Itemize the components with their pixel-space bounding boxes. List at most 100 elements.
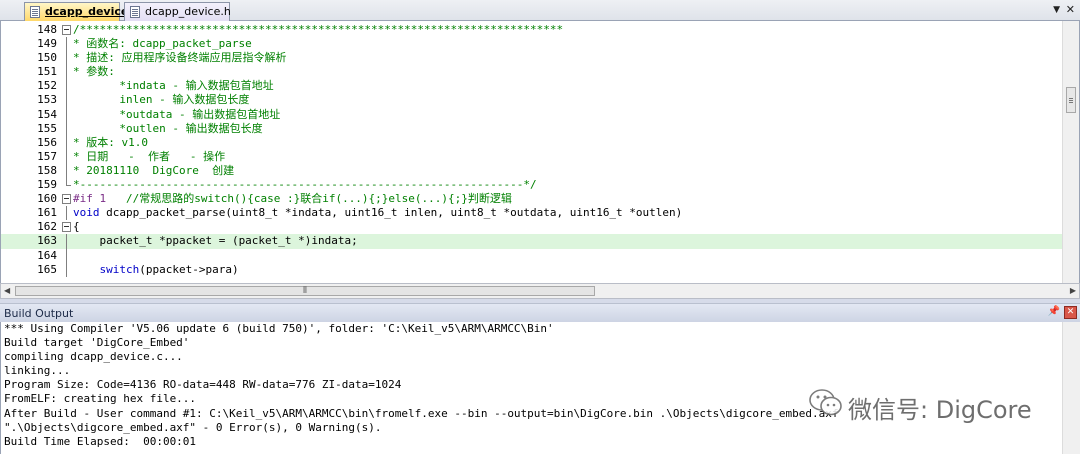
code-text: * 参数: (73, 65, 115, 79)
grip-icon: ⦀ (303, 286, 307, 296)
wechat-icon (809, 389, 842, 416)
code-text: *---------------------------------------… (73, 178, 537, 192)
inline-comment: //常规思路的switch(){case :}联合if(...){;}else(… (106, 192, 512, 206)
code-line: 156 * 版本: v1.0 (1, 135, 1063, 150)
tab-label: dcapp_device.h (145, 5, 231, 18)
code-line: 160 #if 1 //常规思路的switch(){case :}联合if(..… (1, 192, 1063, 206)
code-text: #if 1 //常规思路的switch(){case :}联合if(...){;… (73, 192, 512, 206)
code-line: 152 *indata - 输入数据包首地址 (1, 79, 1063, 94)
fold-guide (66, 37, 67, 52)
line-number: 156 (37, 135, 57, 149)
code-text: * 日期 - 作者 - 操作 (73, 149, 226, 163)
code-text: /***************************************… (73, 23, 564, 36)
fold-collapse-icon[interactable] (62, 222, 71, 233)
fold-guide (66, 93, 67, 108)
file-icon (130, 6, 140, 18)
output-line: linking... (4, 364, 71, 378)
line-number: 158 (37, 163, 57, 177)
code-editor[interactable]: 148 /***********************************… (0, 21, 1080, 283)
code-line: 161 void dcapp_packet_parse(uint8_t *ind… (1, 206, 1063, 221)
fold-guide (66, 206, 67, 221)
code-line: 157 * 日期 - 作者 - 操作 (1, 149, 1063, 164)
watermark-text: 微信号: DigCore (848, 396, 1032, 424)
line-number: 161 (37, 206, 57, 220)
close-icon[interactable]: ✕ (1066, 3, 1075, 16)
output-line: Build target 'DigCore_Embed' (4, 336, 190, 350)
line-number: 160 (37, 192, 57, 206)
code-line: 155 *outlen - 输出数据包长度 (1, 121, 1063, 136)
build-output-console[interactable]: *** Using Compiler 'V5.06 update 6 (buil… (0, 322, 1062, 454)
fold-guide (66, 121, 67, 136)
fold-guide (66, 79, 67, 94)
fold-collapse-icon[interactable] (62, 194, 71, 205)
code-text: switch(ppacket->para) (73, 262, 239, 277)
fold-guide (66, 65, 67, 80)
code-text: inlen - 输入数据包长度 (73, 93, 250, 107)
code-text: { (73, 220, 80, 234)
line-number: 151 (37, 65, 57, 79)
code-line: 153 inlen - 输入数据包长度 (1, 93, 1063, 108)
keyword: switch (73, 262, 140, 276)
chevron-down-icon[interactable]: ▼ (1053, 4, 1060, 16)
line-number: 162 (37, 220, 57, 234)
code-text: * 函数名: dcapp_packet_parse (73, 37, 252, 51)
line-number: 150 (37, 51, 57, 65)
code-lines: 148 /***********************************… (1, 23, 1063, 277)
file-icon (30, 6, 40, 18)
code-line: 158 * 20181110 DigCore 创建 (1, 163, 1063, 179)
code-text: *outdata - 输出数据包首地址 (73, 107, 281, 121)
scroll-right-icon[interactable]: ▶ (1070, 285, 1076, 297)
output-vertical-scrollbar[interactable] (1062, 322, 1080, 454)
code-text: * 版本: v1.0 (73, 135, 148, 149)
code-text: packet_t *ppacket = (packet_t *)indata; (73, 234, 358, 248)
line-number: 154 (37, 107, 57, 121)
output-line: Build Time Elapsed: 00:00:01 (4, 434, 197, 448)
line-number: 149 (37, 37, 57, 51)
tab-dcapp-device-c[interactable]: dcapp_device.c (24, 2, 139, 21)
fold-guide (66, 51, 67, 66)
line-number: 152 (37, 79, 57, 93)
pin-icon[interactable]: 📌 (1048, 306, 1060, 317)
switch-expression: (ppacket->para) (139, 262, 239, 276)
close-icon[interactable]: ✕ (1064, 306, 1077, 319)
line-number: 155 (37, 121, 57, 135)
fold-guide (66, 107, 67, 122)
line-number: 164 (37, 248, 57, 262)
editor-horizontal-scrollbar[interactable]: ◀ ⦀ ▶ (0, 283, 1080, 299)
current-line-highlight: 163 packet_t *ppacket = (packet_t *)inda… (1, 234, 1063, 249)
panel-title: Build Output (4, 307, 74, 320)
code-line: 162 { (1, 220, 1063, 234)
code-line: 150 * 描述: 应用程序设备终端应用层指令解析 (1, 51, 1063, 66)
tab-dcapp-device-h[interactable]: dcapp_device.h (124, 2, 231, 21)
line-number: 153 (37, 93, 57, 107)
fold-collapse-icon[interactable] (62, 25, 71, 35)
scroll-left-icon[interactable]: ◀ (4, 285, 10, 297)
line-number: 157 (37, 149, 57, 163)
code-line: 154 *outdata - 输出数据包首地址 (1, 107, 1063, 122)
code-line: 148 /***********************************… (1, 23, 1063, 37)
fold-end-guide (66, 178, 71, 187)
code-text: * 20181110 DigCore 创建 (73, 163, 235, 177)
code-line: 165 switch(ppacket->para) (1, 262, 1063, 277)
code-line: 164 (1, 248, 1063, 263)
code-line: 159 *-----------------------------------… (1, 178, 1063, 192)
scrollbar-thumb[interactable]: ⦀ (15, 286, 595, 296)
code-text: void dcapp_packet_parse(uint8_t *indata,… (73, 206, 682, 220)
preprocessor-directive: #if 1 (73, 192, 107, 206)
editor-vertical-scrollbar[interactable] (1062, 21, 1079, 283)
line-number: 159 (37, 178, 57, 192)
scrollbar-thumb[interactable] (1066, 87, 1076, 113)
fold-guide (66, 163, 67, 179)
code-text: *indata - 输入数据包首地址 (73, 79, 274, 93)
code-text: *outlen - 输出数据包长度 (73, 121, 263, 135)
fold-guide (66, 234, 67, 249)
editor-tab-bar: dcapp_device.c dcapp_device.h ▼ ✕ (0, 0, 1080, 21)
output-line: compiling dcapp_device.c... (4, 350, 183, 364)
fold-guide (66, 149, 67, 164)
line-number: 163 (37, 234, 57, 248)
wechat-watermark: 微信号: DigCore (808, 387, 1032, 424)
code-text: * 描述: 应用程序设备终端应用层指令解析 (73, 51, 287, 65)
function-signature: dcapp_packet_parse(uint8_t *indata, uint… (99, 206, 683, 220)
code-line: 149 * 函数名: dcapp_packet_parse (1, 37, 1063, 52)
line-number: 165 (37, 262, 57, 276)
